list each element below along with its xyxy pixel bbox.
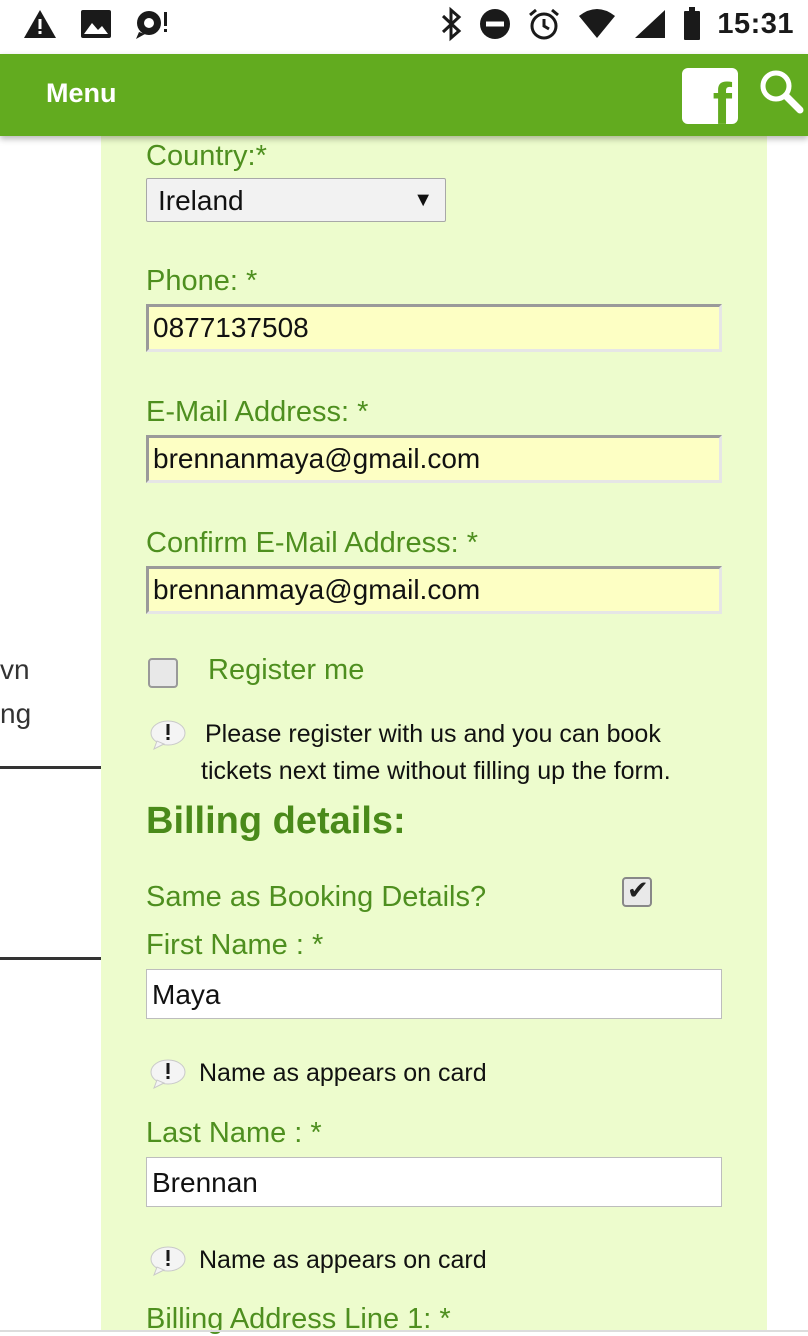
same-as-booking-label: Same as Booking Details?	[146, 881, 487, 913]
info-bubble-icon	[150, 1059, 186, 1089]
last-name-input[interactable]: Brennan	[146, 1157, 722, 1207]
confirm-email-label: Confirm E-Mail Address: *	[146, 527, 478, 559]
first-name-input[interactable]: Maya	[146, 969, 722, 1019]
email-input[interactable]: brennanmaya@gmail.com	[146, 435, 722, 483]
left-fragment-line2: ng	[0, 698, 32, 729]
battery-icon	[683, 7, 701, 41]
first-name-label: First Name : *	[146, 929, 324, 961]
left-fragment-line1: vn	[0, 654, 30, 685]
country-value: Ireland	[158, 185, 244, 216]
last-name-label: Last Name : *	[146, 1117, 322, 1149]
billing-details-heading: Billing details:	[146, 800, 406, 842]
facebook-glyph: f	[712, 72, 732, 125]
status-bar: 15:31	[0, 0, 808, 54]
facebook-icon[interactable]: f	[682, 68, 738, 124]
menu-button[interactable]: Menu	[46, 78, 117, 109]
leader-line-1	[0, 766, 112, 769]
confirm-email-input[interactable]: brennanmaya@gmail.com	[146, 566, 722, 614]
info-bubble-icon	[150, 720, 186, 750]
phone-input[interactable]: 0877137508	[146, 304, 722, 352]
checkmark-icon: ✔	[627, 876, 649, 906]
do-not-disturb-icon	[479, 8, 511, 40]
warning-icon	[22, 8, 58, 40]
bluetooth-icon	[439, 6, 463, 42]
dropdown-arrow-icon: ▼	[413, 189, 433, 211]
register-checkbox[interactable]	[148, 658, 178, 688]
last-name-note: Name as appears on card	[199, 1246, 487, 1274]
first-name-note: Name as appears on card	[199, 1059, 487, 1087]
country-label: Country:*	[146, 140, 267, 172]
status-time: 15:31	[717, 7, 794, 40]
country-select[interactable]: Ireland ▼	[146, 178, 446, 222]
leader-line-2	[0, 957, 112, 960]
same-as-booking-checkbox[interactable]: ✔	[622, 876, 652, 907]
register-note-line1: Please register with us and you can book	[205, 720, 661, 748]
signal-icon	[633, 8, 667, 40]
alarm-icon	[527, 7, 561, 41]
info-bubble-icon	[150, 1246, 186, 1276]
image-icon	[80, 9, 112, 39]
wifi-icon	[577, 8, 617, 40]
app-bar: Menu f	[0, 54, 808, 136]
email-label: E-Mail Address: *	[146, 396, 369, 428]
register-note-line2: tickets next time without filling up the…	[201, 757, 671, 785]
register-label[interactable]: Register me	[208, 654, 364, 687]
notification-icon	[134, 8, 170, 40]
search-icon[interactable]	[758, 68, 804, 119]
phone-label: Phone: *	[146, 265, 258, 297]
